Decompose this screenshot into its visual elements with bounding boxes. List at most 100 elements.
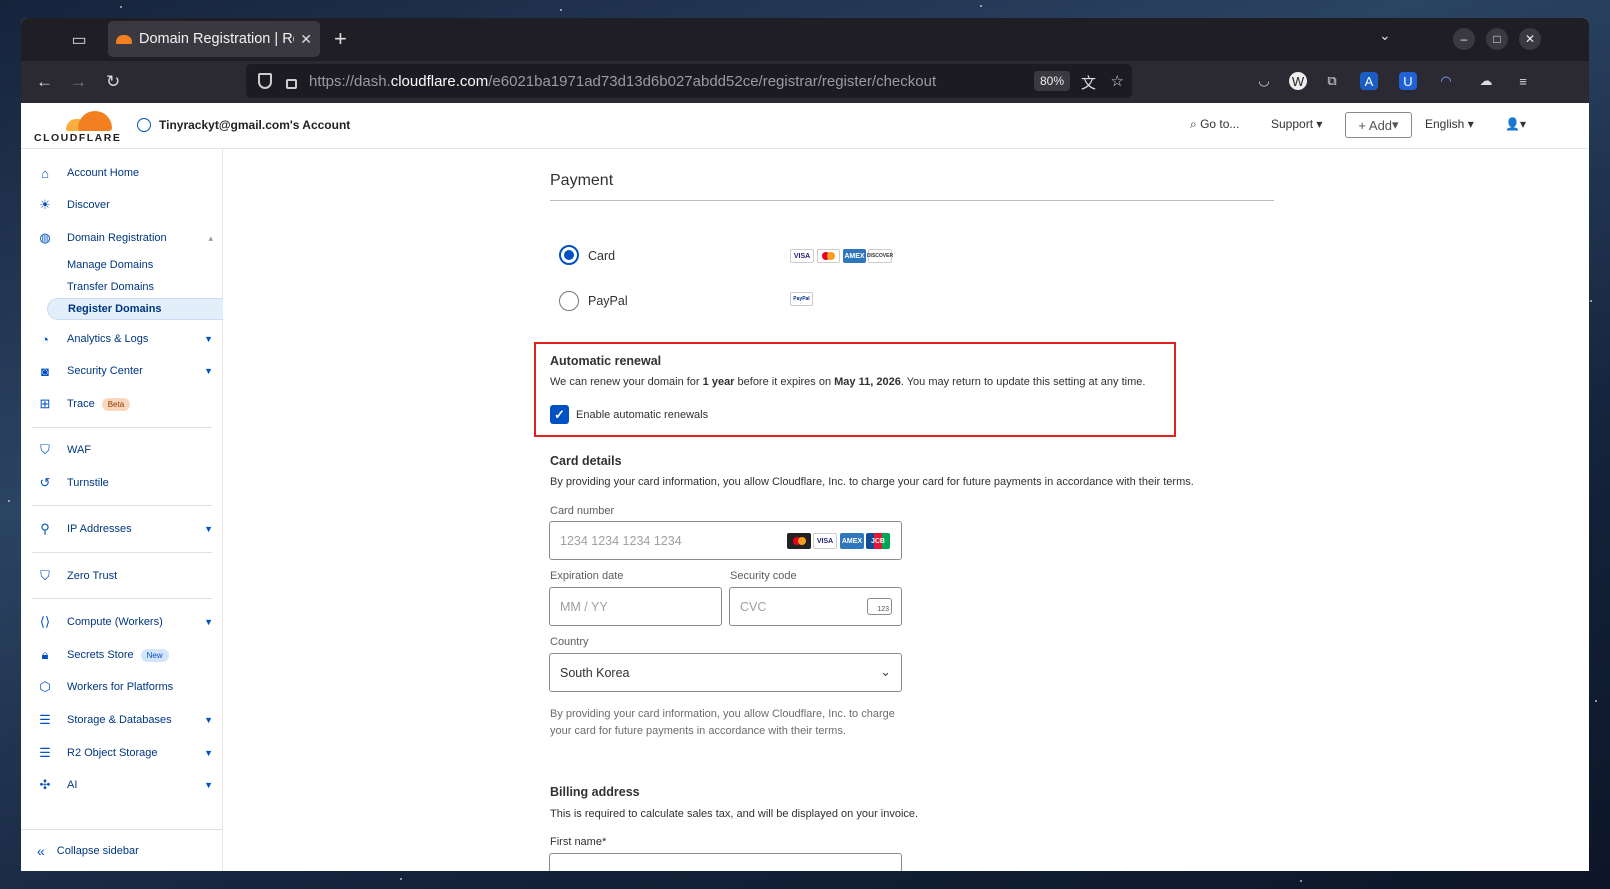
caret-down-icon: ▼ [204,334,213,344]
amex-logo: AMEX [843,249,866,263]
menu-icon[interactable]: ≡ [1514,72,1532,90]
card-number-label: Card number [550,505,615,517]
expiry-placeholder: MM / YY [560,599,608,614]
sidebar-item-analytics[interactable]: ◔ Analytics & Logs ▼ [21,325,223,353]
card-disclaimer: By providing your card information, you … [550,708,895,737]
cloud-icon[interactable]: ☁ [1477,72,1495,90]
card-number-input[interactable]: 1234 1234 1234 1234 VISA AMEX JCB [549,521,902,560]
browser-tab[interactable]: Domain Registration | Re ✕ [108,21,320,57]
sidebar-divider [32,427,212,428]
sidebar-item-ip-addresses[interactable]: ⚲ IP Addresses ▼ [21,515,223,543]
sidebar-item-compute[interactable]: ⟨⟩ Compute (Workers) ▼ [21,608,223,636]
support-dropdown[interactable]: Support ▾ [1271,117,1322,131]
sidebar-item-account-home[interactable]: ⌂ Account Home [21,159,223,187]
paypal-radio[interactable] [559,291,579,311]
cloudflare-favicon-icon [116,34,132,44]
caret-down-icon: ▼ [204,524,213,534]
caret-down-icon: ▼ [204,748,213,758]
translate-ext-icon[interactable]: A [1360,72,1378,90]
first-name-input[interactable] [549,853,902,871]
sidebar-item-workers-platforms[interactable]: ⬡ Workers for Platforms [21,673,223,701]
country-select[interactable]: South Korea ⌄ [549,653,902,692]
caret-down-icon: ▼ [204,715,213,725]
beta-badge: Beta [101,397,131,411]
wikipedia-icon[interactable]: W [1289,72,1307,90]
new-tab-icon[interactable]: + [334,26,347,52]
mastercard-logo [817,249,840,263]
account-selector[interactable]: Tinyrackyt@gmail.com's Account [137,118,350,132]
extensions-icon[interactable]: ⧉ [1323,72,1341,90]
globe-icon: ◍ [39,230,51,245]
cloudflare-logo[interactable]: CLOUDFLARE [34,109,120,144]
ai-sparkle-icon: ✣ [39,777,51,792]
cvc-label: Security code [730,570,797,582]
sidebar-item-security-center[interactable]: ◙ Security Center ▼ [21,357,223,385]
automatic-renewal-text: We can renew your domain for 1 year befo… [550,376,1146,388]
card-radio[interactable] [559,245,579,265]
bitwarden-icon[interactable]: U [1399,72,1417,90]
tab-list-icon[interactable]: ▭ [64,25,94,55]
minimize-icon[interactable]: – [1453,28,1475,50]
vpn-icon[interactable]: ◠ [1437,72,1455,90]
cvc-input[interactable]: CVC 123 [729,587,902,626]
translate-icon[interactable]: 文 [1081,72,1096,93]
caret-down-icon: ▼ [204,366,213,376]
sidebar-item-turnstile[interactable]: ↺ Turnstile [21,469,223,497]
url-text[interactable]: https://dash.cloudflare.com/e6021ba1971a… [309,73,936,90]
chevron-up-icon: ▴ [208,232,213,243]
auto-renew-label[interactable]: Enable automatic renewals [576,409,708,421]
collapse-sidebar-button[interactable]: «Collapse sidebar [21,829,223,871]
sidebar-subitem-register-domains[interactable]: Register Domains [47,298,223,320]
language-dropdown[interactable]: English ▾ [1425,117,1474,131]
sidebar-item-discover[interactable]: ☀ Discover [21,191,223,219]
billing-address-text: This is required to calculate sales tax,… [550,808,919,820]
app-header: CLOUDFLARE Tinyrackyt@gmail.com's Accoun… [21,103,1589,149]
goto-button[interactable]: ⌕ Go to... [1190,117,1239,132]
sidebar-item-storage-db[interactable]: ☰ Storage & Databases ▼ [21,706,223,734]
chevron-down-icon[interactable]: ⌄ [1379,27,1391,44]
close-tab-icon[interactable]: ✕ [300,31,312,48]
jcb-logo: JCB [866,533,890,549]
waf-shield-icon: ⛉ [40,442,50,457]
sidebar-item-domain-registration[interactable]: ◍ Domain Registration ▴ [21,224,223,252]
shield-icon[interactable] [258,73,272,89]
sidebar-item-r2[interactable]: ☰ R2 Object Storage ▼ [21,739,223,767]
visa-logo: VISA [813,533,837,549]
sidebar: ⌂ Account Home ☀ Discover ◍ Domain Registra… [21,149,223,871]
sidebar-item-ai[interactable]: ✣ AI ▼ [21,771,223,799]
reload-icon[interactable]: ↻ [106,72,120,92]
sidebar-divider [32,505,212,506]
account-name: Tinyrackyt@gmail.com's Account [159,118,351,132]
visa-logo: VISA [790,249,814,263]
zero-trust-icon: ⛉ [40,568,50,583]
auto-renew-checkbox[interactable]: ✓ [550,405,569,424]
sidebar-item-secrets-store[interactable]: 🔒︎ Secrets Store New [21,641,223,669]
add-button[interactable]: + Add ▾ [1345,112,1412,138]
amex-logo: AMEX [840,533,864,549]
user-menu-icon[interactable]: 👤▾ [1505,117,1526,131]
clock-chart-icon: ◔ [41,331,49,347]
cvc-placeholder: CVC [740,599,767,614]
sidebar-subitem-manage-domains[interactable]: Manage Domains [67,259,153,271]
pocket-icon[interactable]: ◡ [1255,72,1273,90]
discover-logo: DISCOVER [867,249,893,263]
sidebar-subitem-transfer-domains[interactable]: Transfer Domains [67,281,154,293]
bookmark-star-icon[interactable]: ☆ [1111,72,1124,90]
lock-icon[interactable] [286,78,297,89]
zoom-level[interactable]: 80% [1033,71,1070,91]
url-bar[interactable]: https://dash.cloudflare.com/e6021ba1971a… [246,64,1132,98]
country-label: Country [550,636,589,648]
sidebar-item-trace[interactable]: ⊞ Trace Beta [21,390,223,418]
close-window-icon[interactable]: ✕ [1519,28,1541,50]
forward-icon[interactable]: → [70,72,87,92]
maximize-icon[interactable]: □ [1486,28,1508,50]
expiry-input[interactable]: MM / YY [549,587,722,626]
sidebar-divider [32,598,212,599]
globe-icon [137,118,151,132]
back-icon[interactable]: ← [36,72,53,92]
sidebar-item-waf[interactable]: ⛉ WAF [21,436,223,464]
divider [550,200,1274,201]
location-pin-icon: ⚲ [40,521,50,536]
sidebar-item-zero-trust[interactable]: ⛉ Zero Trust [21,562,223,590]
cube-icon: ⬡ [39,679,51,694]
